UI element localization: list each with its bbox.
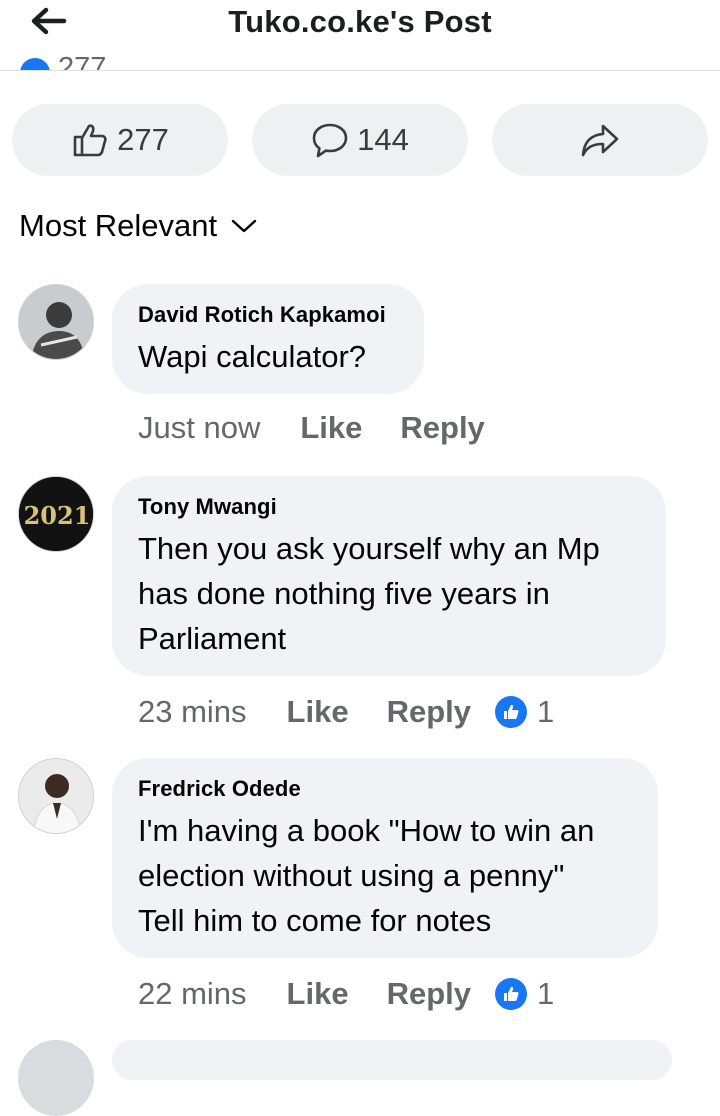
comment-reactions[interactable]: 1 bbox=[495, 694, 554, 730]
avatar[interactable] bbox=[18, 758, 94, 834]
reaction-summary-count: 277 bbox=[58, 52, 107, 71]
comment-meta: 22 mins Like Reply 1 bbox=[138, 976, 554, 1012]
comment-time[interactable]: 22 mins bbox=[138, 976, 247, 1012]
comment-button[interactable]: 144 bbox=[252, 104, 468, 176]
sort-label: Most Relevant bbox=[19, 208, 218, 243]
avatar[interactable] bbox=[18, 284, 94, 360]
avatar-text: 2021 bbox=[24, 501, 91, 530]
comment-bubble[interactable]: David Rotich Kapkamoi Wapi calculator? bbox=[112, 284, 424, 394]
comment-count: 144 bbox=[357, 122, 409, 157]
comment-reply-button[interactable]: Reply bbox=[400, 410, 484, 446]
like-button[interactable]: 277 bbox=[12, 104, 228, 176]
top-bar: Tuko.co.ke's Post 277 bbox=[0, 0, 720, 71]
avatar[interactable]: 2021 bbox=[18, 476, 94, 552]
comment-reply-button[interactable]: Reply bbox=[387, 694, 471, 730]
comment-meta: 23 mins Like Reply 1 bbox=[138, 694, 554, 730]
comment-text: Then you ask yourself why an Mp has done… bbox=[138, 531, 600, 656]
share-button[interactable] bbox=[492, 104, 708, 176]
comment-like-button[interactable]: Like bbox=[300, 410, 362, 446]
comment-reaction-count: 1 bbox=[537, 694, 555, 729]
post-actions: 277 144 bbox=[12, 104, 708, 176]
like-badge-icon bbox=[495, 978, 527, 1010]
chevron-down-icon bbox=[231, 219, 257, 233]
comment-reply-button[interactable]: Reply bbox=[387, 976, 471, 1012]
comment-author[interactable]: David Rotich Kapkamoi bbox=[138, 302, 398, 328]
person-photo-icon bbox=[19, 285, 93, 359]
like-badge-icon bbox=[495, 696, 527, 728]
person-photo-icon bbox=[19, 759, 93, 833]
like-badge-icon bbox=[20, 58, 50, 70]
comment-meta: Just now Like Reply bbox=[138, 410, 523, 446]
comment-bubble[interactable]: Fredrick Odede I'm having a book "How to… bbox=[112, 758, 658, 958]
sort-dropdown[interactable]: Most Relevant bbox=[19, 208, 257, 244]
share-icon bbox=[581, 124, 619, 157]
comment-text: Wapi calculator? bbox=[138, 339, 367, 374]
comment-reaction-count: 1 bbox=[537, 976, 555, 1011]
comment-time[interactable]: Just now bbox=[138, 410, 260, 446]
comment-like-button[interactable]: Like bbox=[287, 976, 349, 1012]
comment-bubble[interactable] bbox=[112, 1040, 672, 1080]
like-count: 277 bbox=[117, 122, 169, 157]
comment-icon bbox=[312, 123, 348, 158]
thumbs-up-icon bbox=[73, 124, 107, 157]
page-title: Tuko.co.ke's Post bbox=[228, 4, 492, 39]
comment-like-button[interactable]: Like bbox=[287, 694, 349, 730]
comment-author[interactable]: Tony Mwangi bbox=[138, 494, 640, 520]
avatar[interactable] bbox=[18, 1040, 94, 1116]
comment-bubble[interactable]: Tony Mwangi Then you ask yourself why an… bbox=[112, 476, 666, 676]
comment-reactions[interactable]: 1 bbox=[495, 976, 554, 1012]
comment-time[interactable]: 23 mins bbox=[138, 694, 247, 730]
avatar-2021-image: 2021 bbox=[19, 477, 93, 551]
comment-text: I'm having a book "How to win an electio… bbox=[138, 813, 595, 938]
comment-author[interactable]: Fredrick Odede bbox=[138, 776, 632, 802]
